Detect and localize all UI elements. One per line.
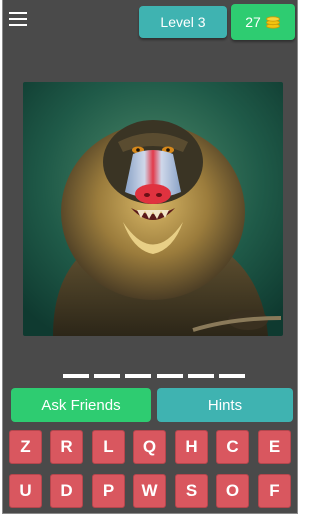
letter-key[interactable]: F bbox=[258, 474, 291, 508]
coins-icon bbox=[265, 15, 281, 29]
letter-keyboard: Z R L Q H C E U D P W S O F bbox=[9, 430, 293, 510]
game-screen: Level 3 27 Ask Friends Hints Z R L Q H C… bbox=[2, 0, 298, 514]
answer-slots bbox=[63, 372, 245, 380]
letter-key[interactable]: L bbox=[92, 430, 125, 464]
letter-key[interactable]: O bbox=[216, 474, 249, 508]
coin-count: 27 bbox=[245, 14, 261, 30]
answer-slot[interactable] bbox=[125, 374, 152, 378]
puzzle-image bbox=[23, 82, 283, 336]
letter-key[interactable]: S bbox=[175, 474, 208, 508]
answer-slot[interactable] bbox=[218, 374, 245, 378]
menu-icon[interactable] bbox=[9, 10, 29, 28]
ask-friends-label: Ask Friends bbox=[41, 396, 121, 414]
level-badge: Level 3 bbox=[139, 6, 227, 38]
letter-key[interactable]: H bbox=[175, 430, 208, 464]
coin-counter[interactable]: 27 bbox=[231, 4, 295, 40]
letter-key[interactable]: C bbox=[216, 430, 249, 464]
answer-slot[interactable] bbox=[187, 374, 214, 378]
ask-friends-button[interactable]: Ask Friends bbox=[11, 388, 151, 422]
letter-key[interactable]: U bbox=[9, 474, 42, 508]
letter-key[interactable]: E bbox=[258, 430, 291, 464]
letter-key[interactable]: D bbox=[50, 474, 83, 508]
hints-label: Hints bbox=[207, 396, 243, 414]
mandrill-photo bbox=[23, 82, 283, 336]
letter-key[interactable]: P bbox=[92, 474, 125, 508]
answer-slot[interactable] bbox=[156, 374, 183, 378]
answer-slot[interactable] bbox=[94, 374, 121, 378]
letter-key[interactable]: Z bbox=[9, 430, 42, 464]
letter-key[interactable]: R bbox=[50, 430, 83, 464]
letter-key[interactable]: W bbox=[133, 474, 166, 508]
level-label: Level 3 bbox=[160, 14, 206, 30]
answer-slot[interactable] bbox=[63, 374, 89, 378]
hints-button[interactable]: Hints bbox=[157, 388, 293, 422]
letter-key[interactable]: Q bbox=[133, 430, 166, 464]
